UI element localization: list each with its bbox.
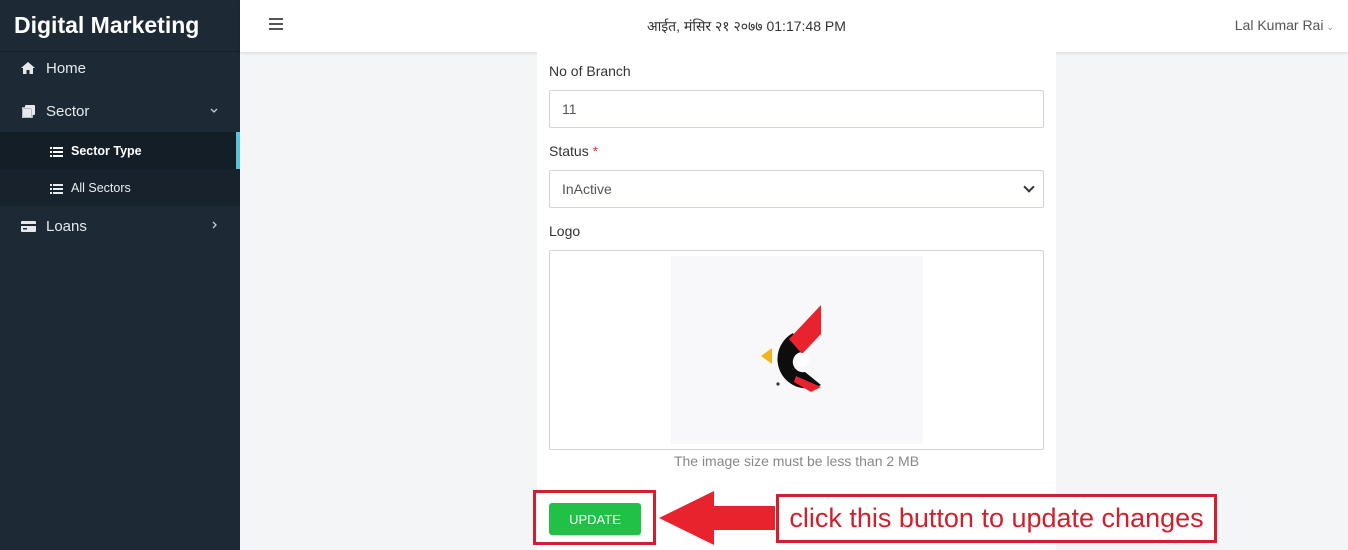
chevron-down-icon [210,105,218,117]
logo-size-hint: The image size must be less than 2 MB [673,453,920,469]
logo-upload[interactable] [549,250,1044,450]
menu-toggle-icon[interactable] [269,18,283,30]
annotation-callout: click this button to update changes [776,494,1217,543]
company-logo [761,305,821,392]
user-name: Lal Kumar Rai [1234,17,1324,33]
list-icon [50,183,63,194]
branch-count-value: 11 [562,101,577,117]
sidebar-item-sector-type[interactable]: Sector Type [0,132,240,169]
chevron-down-icon: ⌄ [1326,22,1334,32]
chevron-right-icon [212,220,218,232]
logo-preview [671,256,923,444]
sidebar-item-sector[interactable]: Sector [0,90,240,132]
logo-label: Logo [549,223,581,239]
branch-label: No of Branch [549,63,631,79]
branch-count-input[interactable]: 11 [549,90,1044,128]
status-label-text: Status [549,143,589,159]
sidebar-item-label: All Sectors [71,180,131,195]
sidebar-item-home[interactable]: Home [0,50,240,86]
annotation-arrow-icon [659,491,775,545]
current-datetime: आईत, मंसिर २१ २०७७ 01:17:48 PM [647,18,846,34]
top-bar: आईत, मंसिर २१ २०७७ 01:17:48 PM Lal Kumar… [240,0,1348,52]
sidebar-item-label: Sector [46,102,90,120]
sidebar-item-label: Sector Type [71,143,142,158]
clone-icon [20,104,36,118]
sector-form: No of Branch 11 Status * InActive Logo T… [537,52,1056,550]
wallet-icon [20,219,36,233]
sidebar: Digital Marketing Home Sector Sector Typ… [0,0,240,550]
sidebar-item-all-sectors[interactable]: All Sectors [0,169,240,206]
app-brand: Digital Marketing [0,0,240,52]
sidebar-item-loans[interactable]: Loans [0,206,240,246]
home-icon [20,61,36,75]
status-select[interactable]: InActive [549,170,1044,208]
sidebar-item-label: Loans [46,217,87,235]
list-icon [50,146,63,157]
chevron-down-icon [1023,181,1035,193]
sidebar-item-label: Home [46,59,87,77]
required-marker: * [592,143,599,159]
status-label: Status * [549,143,598,159]
annotation-highlight-box [533,490,656,545]
status-select-value: InActive [562,181,612,197]
sector-submenu: Sector Type All Sectors [0,132,240,206]
user-menu[interactable]: Lal Kumar Rai ⌄ [1235,17,1334,33]
